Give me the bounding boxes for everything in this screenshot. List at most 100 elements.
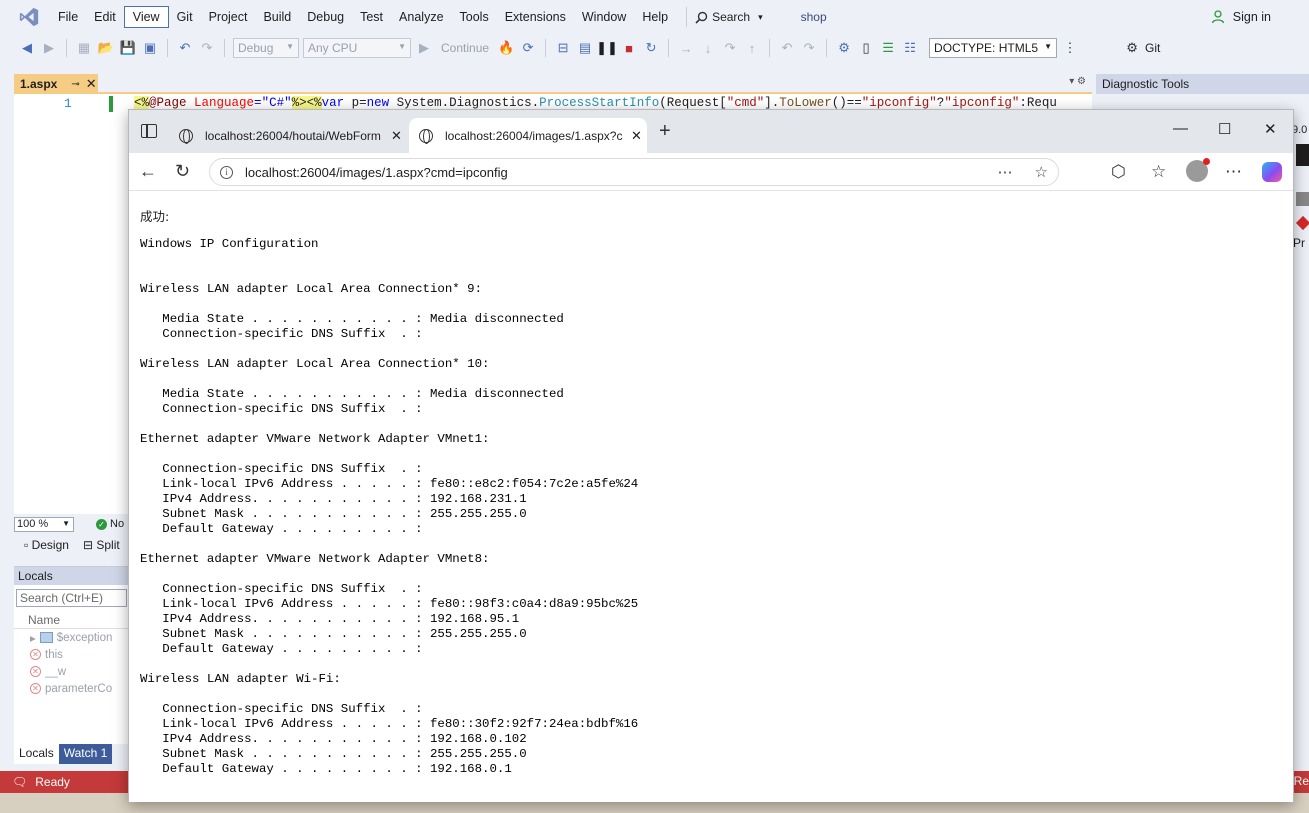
editor-status-bar: 100 % ▼ ✓ No (14, 516, 144, 532)
menu-test[interactable]: Test (352, 7, 391, 27)
step-out-icon[interactable]: ↑ (743, 39, 761, 57)
locals-row[interactable]: ✕ __w (14, 663, 129, 680)
menu-project[interactable]: Project (201, 7, 256, 27)
close-icon[interactable]: ✕ (86, 76, 97, 92)
layout-icon[interactable]: ▤ (576, 39, 594, 57)
menu-bar: File Edit View Git Project Build Debug T… (0, 0, 1309, 34)
menu-window[interactable]: Window (574, 7, 634, 27)
split-icon: ⊟ (82, 538, 97, 552)
indent-icon[interactable]: ☰ (879, 39, 897, 57)
locals-row[interactable]: ✕ this (14, 646, 129, 663)
diagnostic-value: 9.0 (1292, 124, 1308, 136)
save-icon[interactable]: 💾 (119, 39, 137, 57)
menu-help[interactable]: Help (634, 7, 676, 27)
close-tab-icon[interactable]: ✕ (391, 128, 402, 144)
show-next-statement-icon[interactable]: → (677, 39, 695, 57)
new-tab-icon[interactable]: + (659, 120, 671, 143)
browser-link-icon[interactable]: ⊟ (554, 39, 572, 57)
favorite-star-icon[interactable]: ☆ (1035, 163, 1048, 181)
pin-icon[interactable]: ⊸ (71, 79, 79, 90)
expand-arrow-icon[interactable]: ▸ (30, 631, 36, 645)
play-icon[interactable]: ▶ (415, 39, 433, 57)
close-tab-icon[interactable]: ✕ (631, 128, 642, 144)
status-right-text: Re (1293, 774, 1309, 788)
hot-reload-icon[interactable]: 🔥 (497, 39, 515, 57)
menu-file[interactable]: File (50, 7, 86, 27)
step-into-icon[interactable]: ↓ (699, 39, 717, 57)
menu-analyze[interactable]: Analyze (391, 7, 451, 27)
refresh-icon[interactable]: ⟳ (519, 39, 537, 57)
close-window-icon[interactable]: ✕ (1264, 120, 1277, 138)
undo-dim-icon[interactable]: ↶ (778, 39, 796, 57)
address-bar-row: ← ↻ i localhost:26004/images/1.aspx?cmd=… (129, 153, 1293, 191)
code-token: :Requ (1019, 96, 1057, 110)
git-changes-icon[interactable]: ⚙ (1123, 39, 1141, 57)
debug-tool-tabs: Locals Watch 1 (14, 744, 129, 764)
copilot-icon[interactable] (1262, 162, 1282, 182)
chat-icon[interactable]: 🗨 (12, 775, 27, 789)
error-icon: ✕ (30, 683, 41, 694)
design-tab[interactable]: ▫ Design (24, 538, 69, 552)
info-icon[interactable]: i (220, 165, 233, 179)
locals-row[interactable]: ✕ parameterCo (14, 680, 129, 697)
search-button[interactable]: Search ▾ (686, 7, 771, 27)
platform-select[interactable]: Any CPU ▼ (303, 38, 411, 58)
locals-tab[interactable]: Locals (14, 744, 59, 764)
new-project-icon[interactable]: ▦ (75, 39, 93, 57)
toolbar-separator (545, 39, 547, 57)
locals-row[interactable]: ▸ $exception (14, 629, 129, 646)
stop-icon[interactable]: ■ (620, 39, 638, 57)
forward-nav-icon[interactable]: ▶ (40, 39, 58, 57)
refresh-icon[interactable]: ↻ (175, 161, 190, 182)
search-label: Search (712, 10, 751, 24)
menu-debug[interactable]: Debug (299, 7, 352, 27)
tab-1-aspx[interactable]: 1.aspx ⊸ ✕ (14, 74, 98, 94)
redo-dim-icon[interactable]: ↷ (800, 39, 818, 57)
result-heading: 成功: (140, 209, 170, 224)
more-options-icon[interactable]: ⋯ (1225, 162, 1242, 182)
menu-tools[interactable]: Tools (452, 7, 497, 27)
favorites-icon[interactable]: ☆ (1151, 162, 1166, 182)
menu-edit[interactable]: Edit (86, 7, 124, 27)
minimize-icon[interactable]: — (1173, 120, 1188, 137)
pause-icon[interactable]: ❚❚ (596, 39, 618, 57)
column-header-name[interactable]: Name (14, 611, 129, 629)
document-icon[interactable]: ▯ (857, 39, 875, 57)
locals-search-input[interactable]: Search (Ctrl+E) (16, 589, 127, 607)
undo-icon[interactable]: ↶ (176, 39, 194, 57)
step-over-icon[interactable]: ↷ (721, 39, 739, 57)
configuration-select[interactable]: Debug ▼ (233, 38, 299, 58)
more-in-address-icon[interactable]: ⋯ (998, 163, 1013, 181)
split-tab[interactable]: ⊟ Split (83, 538, 120, 552)
open-file-icon[interactable]: 📂 (97, 39, 115, 57)
zoom-select[interactable]: 100 % ▼ (14, 516, 74, 532)
comment-icon[interactable]: ☷ (901, 39, 919, 57)
menu-view[interactable]: View (123, 6, 169, 28)
menu-extensions[interactable]: Extensions (497, 7, 574, 27)
vertical-tabs-icon[interactable] (141, 124, 157, 138)
watch-1-tab[interactable]: Watch 1 (58, 744, 113, 764)
url-input[interactable]: i localhost:26004/images/1.aspx?cmd=ipco… (209, 158, 1059, 186)
redo-icon[interactable]: ↷ (198, 39, 216, 57)
doctype-select[interactable]: DOCTYPE: HTML5 ▼ (929, 38, 1058, 58)
sign-in-button[interactable]: Sign in (1211, 9, 1271, 25)
save-all-icon[interactable]: ▣ (141, 39, 159, 57)
issues-indicator[interactable]: ✓ No (96, 518, 124, 530)
format-icon[interactable]: ⚙ (835, 39, 853, 57)
menu-git[interactable]: Git (169, 7, 201, 27)
extensions-icon[interactable]: ⬡ (1111, 162, 1126, 182)
code-line[interactable]: <%@Page Language="C#"%><%var p=new Syste… (134, 96, 1084, 110)
continue-button[interactable]: Continue (441, 41, 489, 55)
back-nav-icon[interactable]: ◀ (18, 39, 36, 57)
tab-list-icon[interactable]: ▾ ⚙ (1069, 76, 1086, 87)
restart-icon[interactable]: ↻ (642, 39, 660, 57)
url-text: localhost:26004/images/1.aspx?cmd=ipconf… (245, 164, 508, 180)
code-token: ]. (764, 96, 780, 110)
maximize-icon[interactable]: ☐ (1218, 120, 1231, 138)
menu-build[interactable]: Build (255, 7, 299, 27)
profile-avatar[interactable] (1186, 158, 1210, 182)
browser-tab[interactable]: localhost:26004/houtai/WebForm ✕ (169, 118, 405, 153)
back-icon[interactable]: ← (139, 161, 157, 182)
overflow-icon[interactable]: ⋮ (1061, 39, 1079, 57)
browser-tab-active[interactable]: localhost:26004/images/1.aspx?cmd=ipconf… (409, 118, 647, 153)
